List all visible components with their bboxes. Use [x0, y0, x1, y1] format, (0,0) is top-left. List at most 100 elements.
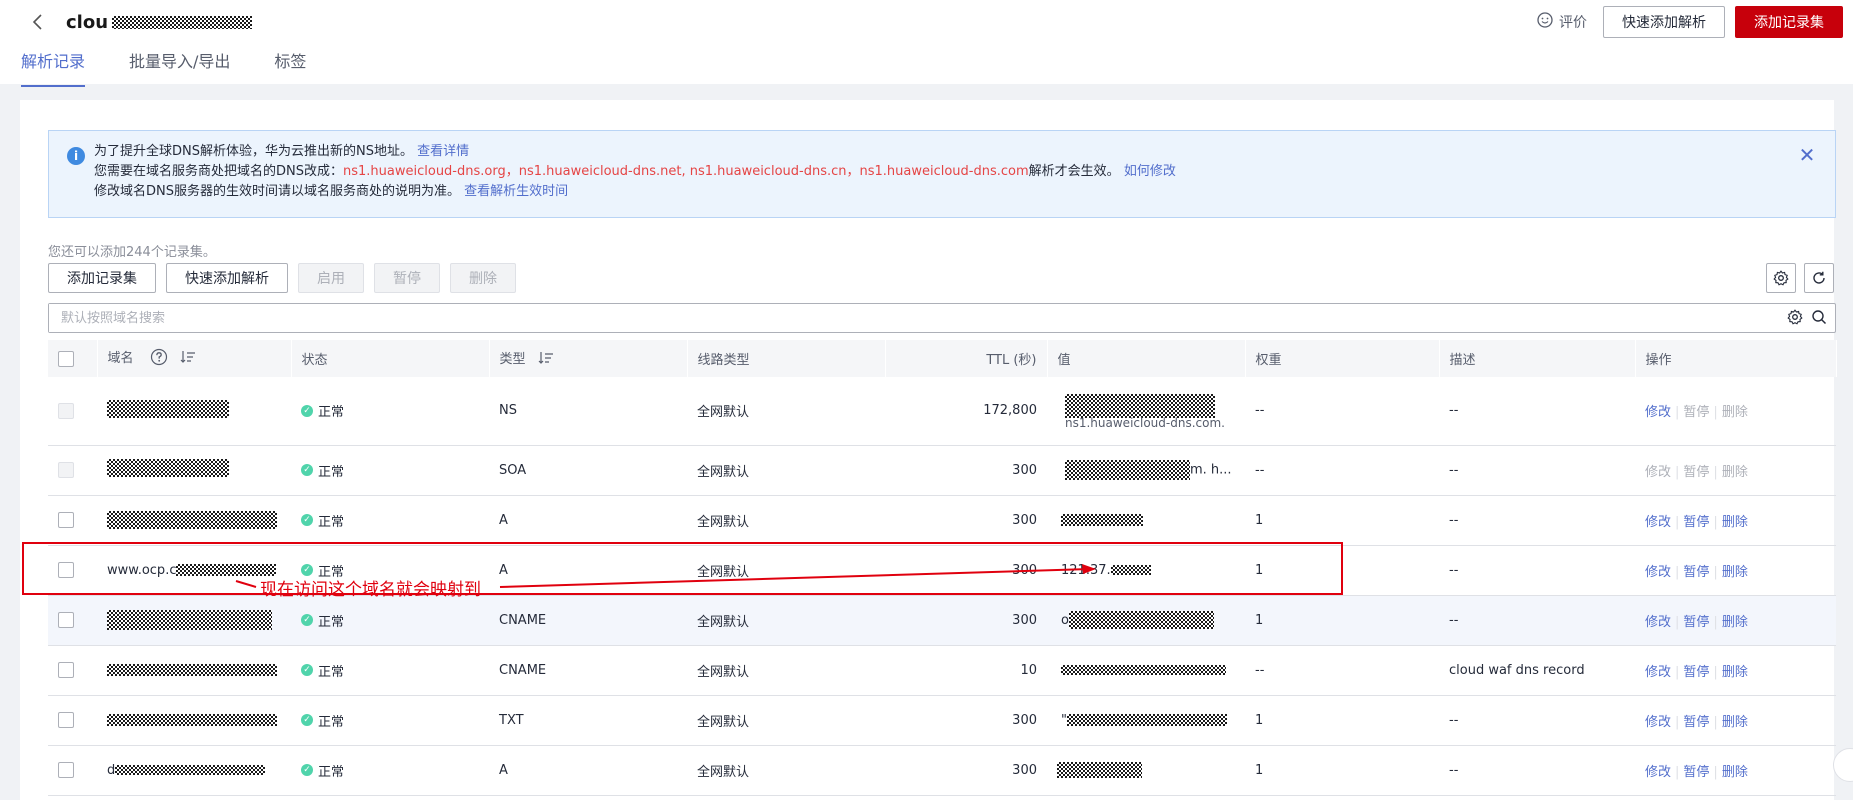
type-cell: NS [489, 377, 687, 446]
weight-cell: -- [1245, 445, 1439, 496]
modify-link[interactable]: 修改 [1645, 615, 1671, 630]
pause-button[interactable]: 暂停 [374, 263, 440, 293]
name-cell [97, 445, 291, 496]
redacted-value [1057, 762, 1142, 778]
redacted-name [107, 399, 229, 418]
redacted-value [1065, 393, 1215, 418]
ops-cell: 修改 | 暂停 | 删除 [1635, 495, 1836, 546]
pause-link[interactable]: 暂停 [1683, 515, 1709, 530]
add-record-set-button-2[interactable]: 添加记录集 [48, 263, 156, 293]
enable-button[interactable]: 启用 [298, 263, 364, 293]
tab-records[interactable]: 解析记录 [21, 48, 86, 87]
row-checkbox-cell [48, 595, 97, 646]
close-icon[interactable]: ✕ [1797, 145, 1817, 165]
check-circle-icon: ✓ [301, 404, 313, 417]
sort-icon[interactable] [538, 351, 554, 369]
settings-icon[interactable] [1766, 263, 1796, 293]
add-record-set-button[interactable]: 添加记录集 [1735, 6, 1843, 38]
effective-time-link[interactable]: 查看解析生效时间 [464, 184, 568, 199]
how-to-modify-link[interactable]: 如何修改 [1124, 164, 1176, 179]
ns-notice-banner: i 为了提升全球DNS解析体验，华为云推出新的NS地址。 查看详情 您需要在域名… [48, 130, 1836, 218]
check-circle-icon: ✓ [301, 514, 313, 526]
tab-tags[interactable]: 标签 [274, 48, 306, 87]
desc-cell: -- [1439, 545, 1635, 596]
ttl-cell: 10 [885, 645, 1047, 696]
delete-link[interactable]: 删除 [1722, 665, 1748, 680]
ops-cell: 修改 | 暂停 | 删除 [1635, 695, 1836, 746]
delete-link[interactable]: 删除 [1722, 565, 1748, 580]
desc-cell: -- [1439, 377, 1635, 446]
modify-link[interactable]: 修改 [1645, 405, 1671, 420]
header-select-all[interactable] [48, 340, 98, 377]
redacted-name [115, 765, 266, 775]
table-toolbar: 添加记录集 快速添加解析 启用 暂停 删除 [48, 263, 516, 293]
redacted-value [1066, 714, 1227, 726]
search-input[interactable] [49, 304, 1749, 332]
banner-line-3-text: 修改域名DNS服务器的生效时间请以域名服务商处的说明为准。 [94, 184, 460, 199]
row-checkbox[interactable] [58, 612, 74, 628]
quick-add-button[interactable]: 快速添加解析 [1603, 6, 1725, 38]
modify-link[interactable]: 修改 [1645, 715, 1671, 730]
delete-button[interactable]: 删除 [450, 263, 516, 293]
ops-cell: 修改 | 暂停 | 删除 [1635, 545, 1836, 596]
select-all-checkbox[interactable] [58, 350, 74, 367]
modify-link[interactable]: 修改 [1645, 465, 1671, 480]
delete-link[interactable]: 删除 [1722, 515, 1748, 530]
row-checkbox[interactable] [58, 762, 74, 778]
row-checkbox[interactable] [58, 512, 74, 528]
value-text: ns1.huaweicloud-dns.com. [1065, 415, 1225, 430]
weight-cell: 1 [1245, 695, 1439, 746]
header-type-label: 类型 [499, 352, 526, 368]
pause-link[interactable]: 暂停 [1683, 765, 1709, 780]
modify-link[interactable]: 修改 [1645, 565, 1671, 580]
type-cell: SOA [489, 445, 687, 496]
tab-import-export[interactable]: 批量导入/导出 [129, 48, 230, 87]
row-checkbox[interactable] [58, 402, 74, 419]
modify-link[interactable]: 修改 [1645, 765, 1671, 780]
row-checkbox[interactable] [58, 712, 74, 728]
line-cell: 全网默认 [687, 645, 885, 696]
pause-link[interactable]: 暂停 [1683, 615, 1709, 630]
annotation-text: 现在访问这个域名就会映射到 [260, 580, 481, 600]
delete-link[interactable]: 删除 [1722, 465, 1748, 480]
name-cell [97, 595, 291, 646]
row-checkbox[interactable] [58, 662, 74, 678]
delete-link[interactable]: 删除 [1722, 405, 1748, 420]
delete-link[interactable]: 删除 [1722, 715, 1748, 730]
table-row: ✓ 正常 NS 全网默认 172,800 ns1.huaweicloud-dns.… [48, 377, 1836, 446]
name-cell [97, 377, 291, 446]
status-cell: ✓ 正常 [291, 745, 489, 796]
pause-link[interactable]: 暂停 [1683, 465, 1709, 480]
view-details-link[interactable]: 查看详情 [417, 144, 469, 159]
line-cell: 全网默认 [687, 695, 885, 746]
ttl-cell: 300 [885, 695, 1047, 746]
status-cell: ✓ 正常 [291, 495, 489, 546]
modify-link[interactable]: 修改 [1645, 665, 1671, 680]
search-icon[interactable] [1811, 309, 1827, 329]
pause-link[interactable]: 暂停 [1683, 565, 1709, 580]
sort-icon[interactable] [180, 350, 196, 368]
search-icons [1787, 309, 1827, 329]
modify-link[interactable]: 修改 [1645, 515, 1671, 530]
search-settings-icon[interactable] [1787, 309, 1803, 329]
banner-line-2: 您需要在域名服务商处把域名的DNS改成：ns1.huaweicloud-dns.… [94, 160, 1176, 179]
row-checkbox[interactable] [58, 462, 74, 478]
help-circle-icon[interactable] [150, 348, 168, 370]
value-cell [1047, 645, 1245, 696]
delete-link[interactable]: 删除 [1722, 615, 1748, 630]
pause-link[interactable]: 暂停 [1683, 405, 1709, 420]
refresh-icon[interactable] [1804, 263, 1834, 293]
rate-button[interactable]: 评价 [1537, 12, 1587, 32]
status-text: 正常 [318, 464, 345, 480]
pause-link[interactable]: 暂停 [1683, 715, 1709, 730]
quick-add-button-2[interactable]: 快速添加解析 [166, 263, 288, 293]
header-line: 线路类型 [687, 340, 886, 377]
ops-cell: 修改 | 暂停 | 删除 [1635, 595, 1836, 646]
back-arrow-icon[interactable] [28, 12, 48, 32]
line-cell: 全网默认 [687, 495, 885, 546]
line-cell: 全网默认 [687, 377, 885, 446]
delete-link[interactable]: 删除 [1722, 765, 1748, 780]
header-ops: 操作 [1635, 340, 1837, 377]
value-cell [1047, 495, 1245, 546]
pause-link[interactable]: 暂停 [1683, 665, 1709, 680]
